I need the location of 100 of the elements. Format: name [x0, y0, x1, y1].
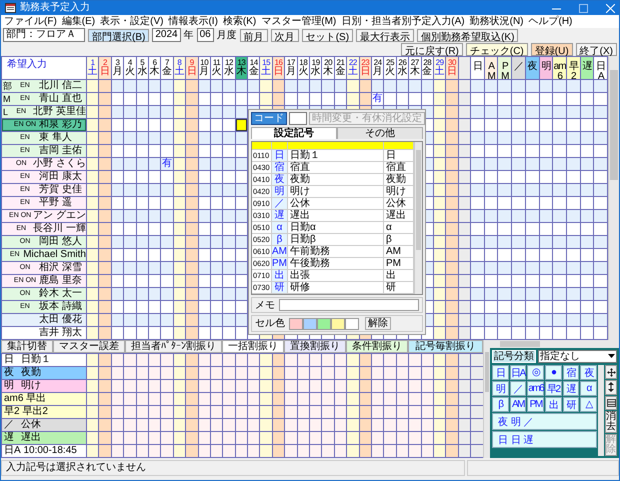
day-header[interactable]: 28 金 [422, 57, 433, 79]
assignment-tab[interactable]: 担当者ﾊﾟﾀｰﾝ割振り [125, 340, 222, 353]
symbol-button[interactable]: ／ [510, 381, 526, 396]
toolbar-button[interactable]: セット(S) [302, 28, 354, 42]
symbol-button[interactable]: PM [527, 397, 544, 412]
day-header[interactable]: 7 金 [161, 57, 173, 79]
summary-scrollbar[interactable] [483, 340, 490, 458]
pattern-button[interactable]: 日 日 遅 [492, 431, 597, 448]
symbol-button[interactable]: β [492, 397, 509, 412]
symbol-button[interactable]: ◎ [527, 365, 544, 380]
grid-cell[interactable]: 有 [372, 93, 384, 105]
assignment-tab[interactable]: マスター誤差 [53, 340, 125, 353]
symbol-button[interactable]: 早2 [544, 381, 562, 396]
menu-item[interactable]: マスター管理(M) [261, 16, 336, 28]
assignment-tab[interactable]: 置換割振り [284, 340, 346, 353]
symbol-button[interactable]: 日A [510, 365, 526, 380]
palette-scrollbar[interactable] [598, 365, 604, 456]
day-header[interactable]: 22 土 [347, 57, 359, 79]
code-input-field[interactable] [289, 112, 307, 125]
dialog-tab[interactable]: 設定記号 [251, 127, 337, 139]
department-field[interactable]: 部門：フロアＡ [3, 28, 85, 42]
color-swatch[interactable] [317, 318, 331, 330]
symbol-button[interactable]: 日 [492, 365, 509, 380]
toolbar-button[interactable]: 次月 [270, 28, 299, 42]
dialog-tab[interactable]: その他 [337, 127, 423, 139]
action-button[interactable]: チェック(C) [466, 43, 528, 56]
assignment-tab[interactable]: 記号毎割振り [408, 340, 483, 353]
toolbar-button[interactable]: 個別勤務希望取込(K) [417, 28, 518, 42]
day-header[interactable]: 19 水 [310, 57, 322, 79]
day-header[interactable]: 17 月 [285, 57, 297, 79]
menu-item[interactable]: ヘルプ(H) [528, 16, 572, 28]
color-swatch[interactable] [331, 318, 345, 330]
tool-button[interactable]: 消去 [605, 410, 617, 433]
year-field[interactable]: 2024 [152, 28, 181, 42]
day-header[interactable]: 25 火 [384, 57, 396, 79]
day-header[interactable]: 15 土 [260, 57, 272, 79]
day-header[interactable]: 5 水 [136, 57, 148, 79]
pattern-button[interactable]: 夜 明 ／ [492, 413, 597, 430]
toolbar-button[interactable]: 前月 [240, 28, 268, 42]
day-header[interactable]: 11 火 [210, 57, 222, 79]
day-header[interactable]: 1 土 [87, 57, 98, 79]
symbol-button[interactable]: 明 [492, 381, 509, 396]
staff-name-cell[interactable]: 太田 優花 [2, 314, 86, 326]
assignment-tab[interactable]: 条件割振り [346, 340, 408, 353]
rows-button[interactable] [605, 396, 617, 410]
selected-cell[interactable] [236, 119, 248, 131]
code-button[interactable]: コード [251, 112, 287, 125]
day-header[interactable]: 24 月 [372, 57, 384, 79]
day-header[interactable]: 12 水 [223, 57, 235, 79]
day-header[interactable]: 18 火 [298, 57, 310, 79]
menu-item[interactable]: 編集(E) [62, 16, 96, 28]
assignment-tab[interactable]: 一括割振り [222, 340, 284, 353]
horizontal-scrollbar[interactable] [490, 340, 619, 348]
move-button[interactable] [605, 365, 617, 380]
day-header[interactable]: 6 木 [148, 57, 160, 79]
symbol-button[interactable]: 夜 [580, 365, 597, 380]
day-header[interactable]: 3 月 [112, 57, 124, 79]
menu-item[interactable]: 検索(K) [222, 16, 256, 28]
toolbar-button[interactable]: 最大行表示 [356, 28, 414, 42]
close-icon[interactable] [606, 4, 615, 12]
resize-button[interactable] [605, 380, 617, 395]
grid-cell[interactable]: 有 [161, 158, 173, 170]
symbol-button[interactable]: am6 [527, 381, 544, 396]
assignment-tab[interactable]: 集計切替 [1, 340, 53, 353]
color-swatch[interactable] [345, 318, 359, 330]
day-header[interactable]: 8 土 [174, 57, 186, 79]
symbol-button[interactable]: 研 [562, 397, 580, 412]
menu-item[interactable]: 日別・担当者別予定入力(A) [341, 16, 465, 28]
symbol-button[interactable]: 出 [544, 397, 562, 412]
day-header[interactable]: 10 月 [198, 57, 210, 79]
memo-field[interactable] [279, 299, 419, 311]
category-dropdown[interactable]: 指定なし [538, 350, 617, 363]
day-header[interactable]: 21 金 [334, 57, 346, 79]
symbol-button[interactable]: △ [580, 397, 597, 412]
color-swatch[interactable] [289, 318, 303, 330]
symbol-button[interactable]: ● [544, 365, 562, 380]
department-select-button[interactable]: 部門選択(B) [88, 28, 150, 42]
day-header[interactable]: 14 金 [248, 57, 260, 79]
menu-item[interactable]: 情報表示(I) [168, 16, 218, 28]
color-swatch[interactable] [303, 318, 317, 330]
action-button[interactable]: 登録(U) [530, 43, 573, 56]
action-button[interactable]: 元に戻す(R) [400, 43, 463, 56]
day-header[interactable]: 20 木 [322, 57, 334, 79]
day-header[interactable]: 26 水 [396, 57, 408, 79]
day-header[interactable]: 13 木 [236, 57, 248, 79]
maximize-icon[interactable] [579, 4, 588, 12]
month-field[interactable]: 06 [196, 28, 214, 42]
symbol-button[interactable]: α [580, 381, 597, 396]
day-header[interactable]: 27 木 [409, 57, 421, 79]
day-header[interactable]: 4 火 [124, 57, 136, 79]
clear-color-button[interactable]: 解除 [365, 317, 391, 330]
vertical-scrollbar[interactable] [608, 56, 619, 340]
symbol-button[interactable]: 宿 [562, 365, 580, 380]
action-button[interactable]: 終了(X) [576, 43, 617, 56]
menu-item[interactable]: 勤務状況(N) [470, 16, 524, 28]
day-header[interactable]: 29 土 [434, 57, 446, 79]
symbol-button[interactable]: 遅 [562, 381, 580, 396]
list-scrollbar[interactable] [414, 142, 422, 294]
symbol-button[interactable]: AM [510, 397, 526, 412]
menu-item[interactable]: 表示・設定(V) [100, 16, 164, 28]
